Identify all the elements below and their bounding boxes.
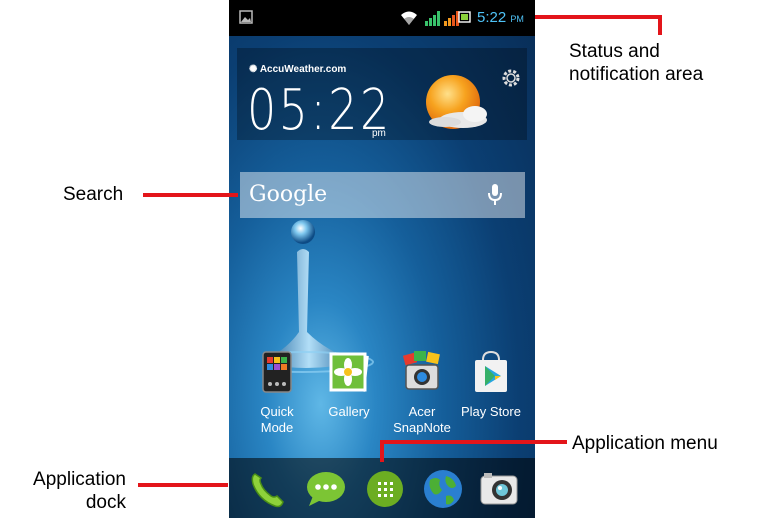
app-gallery[interactable]: Gallery xyxy=(317,350,381,420)
battery-icon xyxy=(458,11,471,23)
messaging-icon[interactable] xyxy=(305,468,347,510)
play-store-icon xyxy=(475,350,507,392)
camera-icon[interactable] xyxy=(478,468,520,510)
app-menu-callout-label: Application menu xyxy=(572,433,718,454)
widget-clock-ampm: pm xyxy=(372,128,386,139)
status-bar[interactable]: 5:22 PM xyxy=(229,0,535,36)
app-menu-callout-line-h xyxy=(380,440,567,444)
image-icon xyxy=(239,10,253,24)
accuweather-label: ✺ AccuWeather.com xyxy=(249,64,346,75)
status-clock: 5:22 PM xyxy=(477,9,524,26)
status-callout-line-v xyxy=(658,15,662,35)
phone-icon[interactable] xyxy=(247,468,289,510)
accuweather-logo-icon: ✺ xyxy=(249,64,258,75)
widget-clock-time: 05:22 xyxy=(247,78,392,143)
microphone-icon[interactable] xyxy=(487,183,503,207)
app-menu-callout-line-v xyxy=(380,440,384,462)
app-label: Gallery xyxy=(328,404,370,419)
dock-callout-line xyxy=(138,483,228,487)
dock-callout-label: Application dock xyxy=(33,469,126,513)
search-callout-line xyxy=(143,193,238,197)
gallery-icon xyxy=(329,352,369,392)
app-acer-snapnote[interactable]: Acer SnapNote xyxy=(390,350,454,436)
status-time: 5:22 xyxy=(477,9,507,26)
status-ampm: PM xyxy=(510,14,524,24)
browser-globe-icon[interactable] xyxy=(422,468,464,510)
weather-provider: AccuWeather.com xyxy=(259,64,347,75)
status-callout-label: Status and notification area xyxy=(569,41,704,85)
app-label: Acer SnapNote xyxy=(393,404,451,435)
app-label: Play Store xyxy=(461,404,521,419)
app-label: Quick Mode xyxy=(260,404,294,435)
search-callout-label: Search xyxy=(63,184,124,205)
gear-icon[interactable] xyxy=(501,68,521,88)
wifi-icon xyxy=(401,11,417,25)
sun-cloud-icon[interactable] xyxy=(419,72,493,136)
app-menu-icon[interactable] xyxy=(364,468,406,510)
app-play-store[interactable]: Play Store xyxy=(459,350,523,420)
google-search-label: Google xyxy=(249,182,328,207)
signal-icon xyxy=(425,11,440,26)
app-quick-mode[interactable]: Quick Mode xyxy=(245,350,309,436)
snapnote-icon xyxy=(402,351,440,390)
status-callout-line-h xyxy=(535,15,662,19)
quick-mode-icon xyxy=(262,351,292,393)
